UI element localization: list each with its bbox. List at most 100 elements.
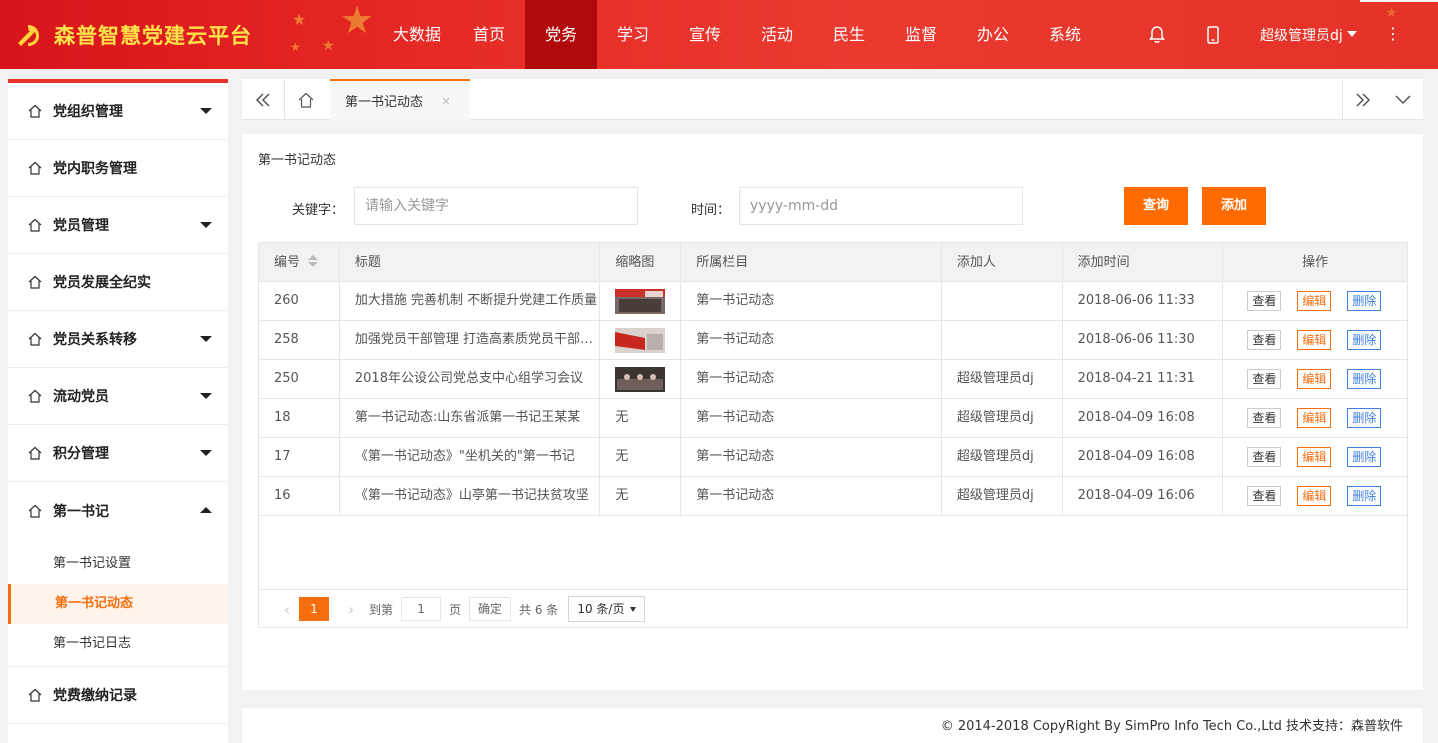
content-card: 第一书记动态 关键字： 请输入关键字 时间： yyyy-mm-dd 查询 添加 … <box>242 134 1423 690</box>
page-current[interactable]: 1 <box>299 597 329 621</box>
cell-id: 16 <box>259 477 340 515</box>
tab-first-secretary-news[interactable]: 第一书记动态 × <box>330 79 470 120</box>
edit-button[interactable]: 编辑 <box>1297 408 1332 428</box>
sidebar-item-positions[interactable]: 党内职务管理 <box>8 140 228 197</box>
nav-item-activity[interactable]: 活动 <box>741 0 813 69</box>
sidebar-item-points[interactable]: 积分管理 <box>8 425 228 482</box>
sidebar-item-org[interactable]: 党组织管理 <box>8 83 228 140</box>
cell-title[interactable]: 加大措施 完善机制 不断提升党建工作质量 <box>340 282 601 320</box>
table-row: 258 加强党员干部管理 打造高素质党员干部队伍 第一书记动态 2018-06-… <box>259 321 1407 360</box>
view-button[interactable]: 查看 <box>1247 408 1282 428</box>
nav-item-publicity[interactable]: 宣传 <box>669 0 741 69</box>
sidebar-subitem-log[interactable]: 第一书记日志 <box>8 624 228 664</box>
delete-button[interactable]: 删除 <box>1347 447 1382 467</box>
view-button[interactable]: 查看 <box>1247 447 1282 467</box>
column-header-ops: 操作 <box>1302 255 1329 270</box>
sidebar-subitem-settings[interactable]: 第一书记设置 <box>8 544 228 584</box>
delete-button[interactable]: 删除 <box>1347 369 1382 389</box>
sidebar-item-label: 党员关系转移 <box>53 332 137 348</box>
goto-confirm-button[interactable]: 确定 <box>469 597 512 621</box>
sort-icon[interactable] <box>308 255 319 267</box>
goto-page-input[interactable]: 1 <box>401 597 442 621</box>
thumbnail-image[interactable] <box>615 366 666 392</box>
decor-star-icon: ★ <box>322 38 335 54</box>
cell-thumb <box>600 282 682 320</box>
chevron-right-icon[interactable]: › <box>339 600 363 619</box>
home-icon <box>28 104 42 118</box>
caret-down-icon <box>630 607 637 612</box>
nav-item-office[interactable]: 办公 <box>957 0 1029 69</box>
cell-adder: 超级管理员dj <box>942 477 1063 515</box>
chevron-left-icon[interactable]: ‹ <box>275 600 299 619</box>
view-button[interactable]: 查看 <box>1247 291 1282 311</box>
edit-button[interactable]: 编辑 <box>1297 330 1332 350</box>
page-size-select[interactable]: 10 条/页 <box>568 596 646 622</box>
delete-button[interactable]: 删除 <box>1347 291 1382 311</box>
date-input[interactable]: yyyy-mm-dd <box>739 187 1023 225</box>
column-header-id[interactable]: 编号 <box>259 243 340 282</box>
delete-button[interactable]: 删除 <box>1347 330 1382 350</box>
bell-icon[interactable] <box>1146 24 1168 46</box>
cell-id: 260 <box>259 282 340 320</box>
edit-button[interactable]: 编辑 <box>1297 369 1332 389</box>
nav-item-party-affairs[interactable]: 党务 <box>525 0 597 69</box>
keyword-input[interactable]: 请输入关键字 <box>354 187 638 225</box>
sidebar-item-members[interactable]: 党员管理 <box>8 197 228 254</box>
delete-button[interactable]: 删除 <box>1347 486 1382 506</box>
search-button[interactable]: 查询 <box>1124 187 1188 225</box>
cell-ops: 查看 编辑 删除 <box>1223 477 1407 515</box>
nav-item-livelihood[interactable]: 民生 <box>813 0 885 69</box>
sidebar-subitem-news[interactable]: 第一书记动态 <box>8 584 228 624</box>
time-label: 时间： <box>691 203 731 218</box>
cell-title[interactable]: 加强党员干部管理 打造高素质党员干部队伍 <box>340 321 601 359</box>
edit-button[interactable]: 编辑 <box>1297 486 1332 506</box>
view-button[interactable]: 查看 <box>1247 330 1282 350</box>
nav-item-system[interactable]: 系统 <box>1029 0 1101 69</box>
edit-button[interactable]: 编辑 <box>1297 291 1332 311</box>
cell-id: 250 <box>259 360 340 398</box>
nav-item-home[interactable]: 首页 <box>453 0 525 69</box>
sidebar-item-transfer[interactable]: 党员关系转移 <box>8 311 228 368</box>
nav-item-study[interactable]: 学习 <box>597 0 669 69</box>
cell-time: 2018-06-06 11:33 <box>1063 282 1224 320</box>
brand-logo[interactable]: 森普智慧党建云平台 <box>14 20 252 50</box>
thumbnail-image[interactable] <box>615 288 666 314</box>
user-menu[interactable]: 超级管理员dj <box>1260 25 1357 45</box>
cell-time: 2018-04-09 16:06 <box>1063 477 1224 515</box>
cell-title[interactable]: 第一书记动态:山东省派第一书记王某某 <box>340 399 601 437</box>
nav-item-supervision[interactable]: 监督 <box>885 0 957 69</box>
more-icon[interactable]: ⋮ <box>1385 26 1401 42</box>
view-button[interactable]: 查看 <box>1247 486 1282 506</box>
home-icon <box>28 688 42 702</box>
nav-item-bigdata[interactable]: 大数据 <box>381 0 453 69</box>
edit-button[interactable]: 编辑 <box>1297 447 1332 467</box>
delete-button[interactable]: 删除 <box>1347 408 1382 428</box>
add-button[interactable]: 添加 <box>1202 187 1266 225</box>
sidebar-item-mobile-members[interactable]: 流动党员 <box>8 368 228 425</box>
scroll-right-button[interactable] <box>1342 79 1384 120</box>
sidebar-item-development[interactable]: 党员发展全纪实 <box>8 254 228 311</box>
mobile-icon[interactable] <box>1202 24 1224 46</box>
home-icon <box>28 161 42 175</box>
close-icon[interactable]: × <box>441 94 451 108</box>
column-header-title: 标题 <box>340 243 601 282</box>
thumbnail-image[interactable] <box>615 327 666 353</box>
sidebar-item-dues[interactable]: 党费缴纳记录 <box>8 667 228 724</box>
chevron-down-icon <box>200 450 212 456</box>
cell-ops: 查看 编辑 删除 <box>1223 321 1407 359</box>
home-icon <box>28 389 42 403</box>
cell-title[interactable]: 《第一书记动态》山亭第一书记扶贫攻坚 <box>340 477 601 515</box>
goto-label: 到第 <box>369 602 394 617</box>
cell-ops: 查看 编辑 删除 <box>1223 282 1407 320</box>
view-button[interactable]: 查看 <box>1247 369 1282 389</box>
cell-id: 18 <box>259 399 340 437</box>
sidebar-item-first-secretary[interactable]: 第一书记 <box>8 482 228 539</box>
scroll-left-button[interactable] <box>242 79 284 120</box>
sidebar-item-label: 党内职务管理 <box>53 161 137 177</box>
footer: © 2014-2018 CopyRight By SimPro Info Tec… <box>242 708 1423 743</box>
home-tab-button[interactable] <box>285 79 327 120</box>
tab-menu-button[interactable] <box>1382 79 1424 120</box>
cell-title[interactable]: 《第一书记动态》"坐机关的"第一书记 <box>340 438 601 476</box>
cell-time: 2018-04-21 11:31 <box>1063 360 1224 398</box>
cell-title[interactable]: 2018年公设公司党总支中心组学习会议 <box>340 360 601 398</box>
